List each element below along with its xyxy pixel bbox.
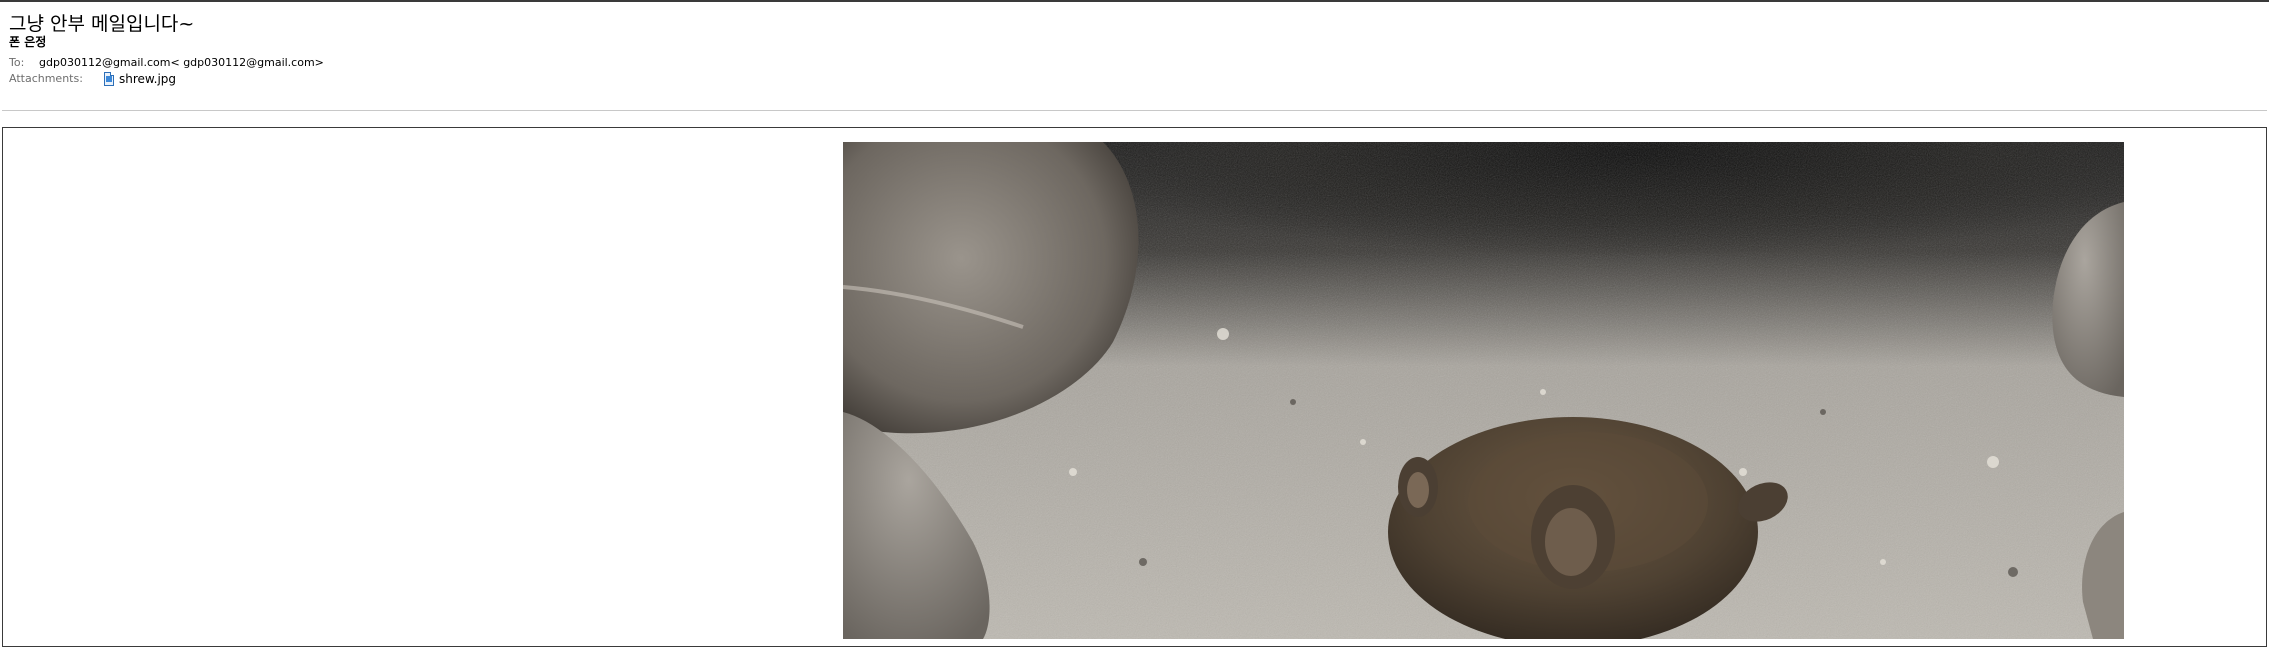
image-file-icon — [104, 72, 114, 86]
to-recipient[interactable]: gdp030112@gmail.com< gdp030112@gmail.com… — [39, 56, 324, 70]
email-header: 그냥 안부 메일입니다~ 폰 은정 To: gdp030112@gmail.co… — [0, 2, 2269, 110]
email-sender: 폰 은정 — [9, 35, 47, 49]
attachments-label: Attachments: — [9, 72, 83, 85]
attachment-shrew[interactable]: shrew.jpg — [104, 70, 176, 88]
attachment-file-name: shrew.jpg — [119, 72, 177, 86]
header-divider — [2, 110, 2267, 111]
to-label: To: — [9, 56, 25, 69]
email-subject: 그냥 안부 메일입니다~ — [9, 13, 195, 35]
shrew-photo — [843, 142, 2124, 639]
